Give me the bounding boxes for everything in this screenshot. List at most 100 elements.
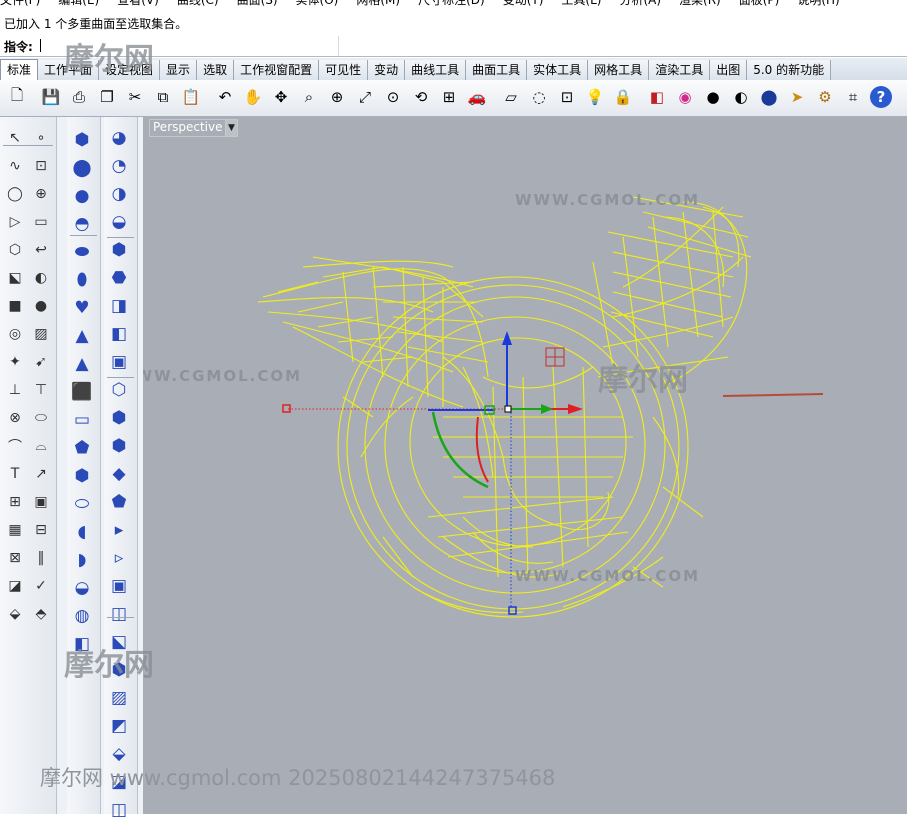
settings-icon[interactable]: ⚙ bbox=[814, 86, 836, 108]
tool-button-col3-3[interactable]: ◒ bbox=[108, 211, 130, 233]
tool-button-col3-13[interactable]: ⬟ bbox=[108, 491, 130, 513]
menu-item-8[interactable]: 变动(T) bbox=[503, 0, 544, 8]
select-arrow-icon[interactable]: ➤ bbox=[786, 86, 808, 108]
four-views-icon[interactable]: ⊞ bbox=[438, 86, 460, 108]
tool-button-col1-16[interactable]: ✦ bbox=[4, 351, 26, 373]
tool-button-col1-12[interactable]: ■ bbox=[4, 295, 26, 317]
menu-item-4[interactable]: 曲面(S) bbox=[237, 0, 278, 8]
tool-button-col1-14[interactable]: ◎ bbox=[4, 323, 26, 345]
menu-item-12[interactable]: 面板(P) bbox=[739, 0, 780, 8]
lock-icon[interactable]: 🔒 bbox=[612, 86, 634, 108]
tool-button-col3-20[interactable]: ▨ bbox=[108, 687, 130, 709]
tool-button-col1-34[interactable]: ⬙ bbox=[4, 603, 26, 625]
tool-button-col2-1[interactable]: ⬤ bbox=[71, 157, 93, 179]
plane-icon[interactable]: ▱ bbox=[500, 86, 522, 108]
tool-button-col3-21[interactable]: ◩ bbox=[108, 715, 130, 737]
zoom-window-icon[interactable]: ⊕ bbox=[326, 86, 348, 108]
perspective-viewport[interactable]: Perspective ▼ WWW.CGMOL.COM WW.CGMOL.COM… bbox=[143, 117, 907, 814]
car-icon[interactable]: 🚗 bbox=[466, 86, 488, 108]
tab-9[interactable]: 曲面工具 bbox=[466, 60, 528, 80]
tool-button-col2-6[interactable]: ♥ bbox=[71, 297, 93, 319]
menu-item-5[interactable]: 实体(O) bbox=[296, 0, 339, 8]
menu-item-7[interactable]: 尺寸标注(D) bbox=[418, 0, 485, 8]
tool-button-col1-24[interactable]: T bbox=[4, 463, 26, 485]
tool-button-col1-35[interactable]: ⬘ bbox=[30, 603, 52, 625]
tool-button-col1-25[interactable]: ↗ bbox=[30, 463, 52, 485]
tool-button-col1-32[interactable]: ◪ bbox=[4, 575, 26, 597]
tool-button-col3-24[interactable]: ◫ bbox=[108, 799, 130, 821]
tool-button-col1-10[interactable]: ⬕ bbox=[4, 267, 26, 289]
tool-button-col3-9[interactable]: ⬡ bbox=[108, 379, 130, 401]
tool-button-col1-22[interactable]: ⌒ bbox=[4, 435, 26, 457]
tool-button-col2-11[interactable]: ⬟ bbox=[71, 437, 93, 459]
tool-button-col1-29[interactable]: ⊟ bbox=[30, 519, 52, 541]
tool-button-col2-16[interactable]: ◒ bbox=[71, 577, 93, 599]
tool-button-col2-5[interactable]: ⬮ bbox=[71, 269, 93, 291]
tool-button-col1-11[interactable]: ◐ bbox=[30, 267, 52, 289]
osnap-icon[interactable]: ⊡ bbox=[556, 86, 578, 108]
layer-icon[interactable]: ◧ bbox=[646, 86, 668, 108]
zoom-icon[interactable]: ⌕ bbox=[298, 86, 320, 108]
tool-button-col3-11[interactable]: ⬢ bbox=[108, 435, 130, 457]
tool-button-col2-7[interactable]: ▲ bbox=[71, 325, 93, 347]
tool-button-col3-1[interactable]: ◔ bbox=[108, 155, 130, 177]
tool-button-col3-4[interactable]: ⬢ bbox=[108, 239, 130, 261]
tool-button-col2-4[interactable]: ⬬ bbox=[71, 241, 93, 263]
tool-button-col3-5[interactable]: ⬣ bbox=[108, 267, 130, 289]
zoom-extents-icon[interactable]: ⤢ bbox=[354, 86, 376, 108]
tool-button-col1-3[interactable]: ⊡ bbox=[30, 155, 52, 177]
tool-button-col1-7[interactable]: ▭ bbox=[30, 211, 52, 233]
menu-item-11[interactable]: 渲染(R) bbox=[679, 0, 721, 8]
tool-button-col1-9[interactable]: ↩ bbox=[30, 239, 52, 261]
tool-button-col1-13[interactable]: ● bbox=[30, 295, 52, 317]
zoom-selected-icon[interactable]: ⊙ bbox=[382, 86, 404, 108]
tool-button-col2-9[interactable]: ⬛ bbox=[71, 381, 93, 403]
shade-icon[interactable]: ● bbox=[702, 86, 724, 108]
tab-3[interactable]: 显示 bbox=[160, 60, 198, 80]
tool-button-col1-23[interactable]: ⌓ bbox=[30, 435, 52, 457]
tool-button-col3-7[interactable]: ◧ bbox=[108, 323, 130, 345]
tab-14[interactable]: 5.0 的新功能 bbox=[747, 60, 832, 80]
color-wheel-icon[interactable]: ◉ bbox=[674, 86, 696, 108]
pan-icon[interactable]: ✋ bbox=[242, 86, 264, 108]
tab-12[interactable]: 渲染工具 bbox=[649, 60, 711, 80]
undo-icon[interactable]: ↶ bbox=[214, 86, 236, 108]
tool-button-col1-28[interactable]: ▦ bbox=[4, 519, 26, 541]
tool-button-col1-6[interactable]: ▷ bbox=[4, 211, 26, 233]
tool-button-col1-33[interactable]: ✓ bbox=[30, 575, 52, 597]
menu-item-9[interactable]: 工具(L) bbox=[561, 0, 601, 8]
menu-item-13[interactable]: 说明(H) bbox=[797, 0, 839, 8]
tool-button-col3-6[interactable]: ◨ bbox=[108, 295, 130, 317]
tool-button-col3-17[interactable]: ◫ bbox=[108, 603, 130, 625]
paste-icon[interactable]: 📋 bbox=[180, 86, 202, 108]
wireframe-scene[interactable] bbox=[143, 117, 907, 814]
menu-item-1[interactable]: 编辑(E) bbox=[58, 0, 99, 8]
tool-button-col1-2[interactable]: ∿ bbox=[4, 155, 26, 177]
menu-item-6[interactable]: 网格(M) bbox=[356, 0, 400, 8]
tool-button-col3-16[interactable]: ▣ bbox=[108, 575, 130, 597]
menu-item-0[interactable]: 文件(F) bbox=[0, 0, 40, 8]
tool-button-col3-15[interactable]: ▹ bbox=[108, 547, 130, 569]
save-icon[interactable]: 💾 bbox=[40, 86, 62, 108]
tool-button-col2-14[interactable]: ◖ bbox=[71, 521, 93, 543]
tool-button-col1-30[interactable]: ⊠ bbox=[4, 547, 26, 569]
tool-button-col1-31[interactable]: ‖ bbox=[30, 547, 52, 569]
menu-item-10[interactable]: 分析(A) bbox=[619, 0, 661, 8]
tab-10[interactable]: 实体工具 bbox=[527, 60, 589, 80]
tool-button-col2-8[interactable]: ▲ bbox=[71, 353, 93, 375]
cut-icon[interactable]: ✂ bbox=[124, 86, 146, 108]
rotate-view-icon[interactable]: ✥ bbox=[270, 86, 292, 108]
tool-button-col3-10[interactable]: ⬢ bbox=[108, 407, 130, 429]
tool-button-col2-0[interactable]: ⬢ bbox=[71, 129, 93, 151]
tab-4[interactable]: 选取 bbox=[197, 60, 235, 80]
tool-button-col3-2[interactable]: ◑ bbox=[108, 183, 130, 205]
tool-button-col3-12[interactable]: ◆ bbox=[108, 463, 130, 485]
tool-button-col2-13[interactable]: ⬭ bbox=[71, 493, 93, 515]
tool-button-col3-8[interactable]: ▣ bbox=[108, 351, 130, 373]
print-icon[interactable]: ⎙ bbox=[68, 86, 90, 108]
tool-button-col1-5[interactable]: ⊕ bbox=[30, 183, 52, 205]
tool-button-col1-19[interactable]: ⊤ bbox=[30, 379, 52, 401]
menu-item-3[interactable]: 曲线(C) bbox=[177, 0, 219, 8]
tool-button-col2-3[interactable]: ◓ bbox=[71, 213, 93, 235]
tab-5[interactable]: 工作视窗配置 bbox=[234, 60, 320, 80]
